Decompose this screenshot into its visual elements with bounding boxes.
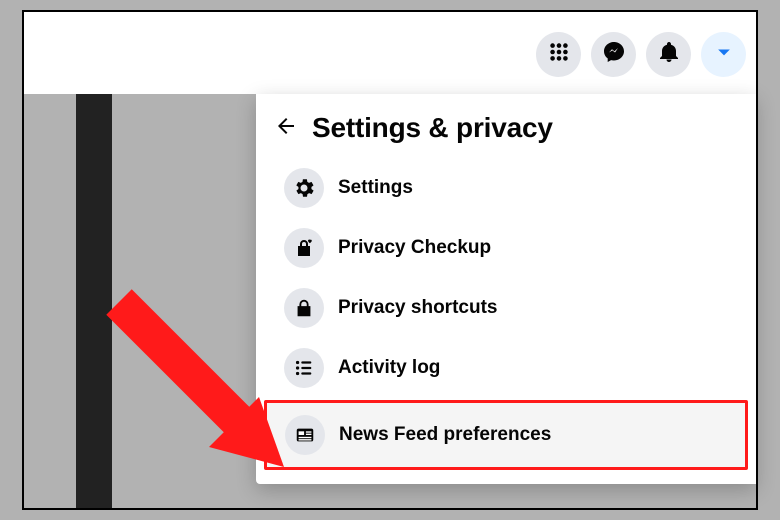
menu-grid-button[interactable]	[536, 32, 581, 77]
menu-item-settings[interactable]: Settings	[264, 158, 748, 218]
back-button[interactable]	[274, 116, 298, 140]
menu-item-activity-log[interactable]: Activity log	[264, 338, 748, 398]
topbar-icon-group	[536, 32, 746, 77]
menu-item-label: News Feed preferences	[339, 424, 551, 446]
notifications-button[interactable]	[646, 32, 691, 77]
menu-item-label: Privacy Checkup	[338, 237, 491, 259]
grid-icon	[548, 41, 570, 68]
arrow-left-icon	[274, 114, 298, 143]
account-dropdown-button[interactable]	[701, 32, 746, 77]
panel-header: Settings & privacy	[256, 106, 756, 158]
menu-item-privacy-shortcuts[interactable]: Privacy shortcuts	[264, 278, 748, 338]
news-feed-icon	[285, 415, 325, 455]
menu-item-privacy-checkup[interactable]: Privacy Checkup	[264, 218, 748, 278]
top-bar	[24, 12, 756, 94]
lock-icon	[284, 288, 324, 328]
menu-item-label: Activity log	[338, 357, 440, 379]
caret-down-icon	[714, 42, 734, 67]
settings-privacy-panel: Settings & privacy Settings Privacy Chec…	[256, 94, 756, 484]
messenger-icon	[602, 40, 626, 69]
bell-icon	[657, 40, 681, 69]
gear-icon	[284, 168, 324, 208]
app-frame: Settings & privacy Settings Privacy Chec…	[22, 10, 758, 510]
messenger-button[interactable]	[591, 32, 636, 77]
menu-item-label: Privacy shortcuts	[338, 297, 497, 319]
panel-title: Settings & privacy	[312, 112, 553, 144]
dark-sidebar-strip	[76, 94, 112, 508]
menu-item-news-feed-preferences[interactable]: News Feed preferences	[264, 400, 748, 470]
menu-item-label: Settings	[338, 177, 413, 199]
list-icon	[284, 348, 324, 388]
lock-heart-icon	[284, 228, 324, 268]
